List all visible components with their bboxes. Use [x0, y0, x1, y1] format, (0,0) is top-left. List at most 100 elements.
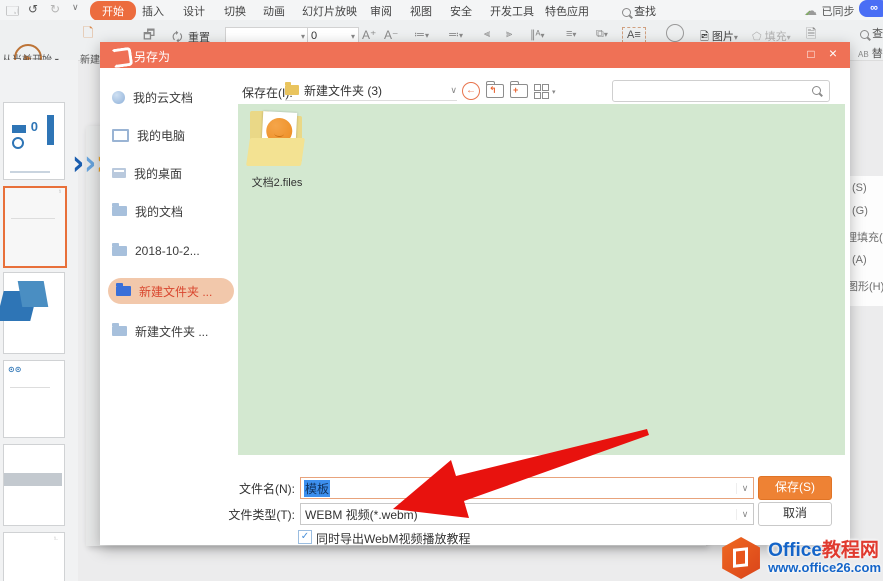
dropdown-icon: ▾: [350, 31, 355, 41]
find-button[interactable]: 查: [860, 25, 883, 41]
sync-check-icon: ✓: [805, 9, 812, 18]
clipped-menu-strip: (S) (G) 理填充( (A) 图形(H): [849, 176, 883, 306]
folder-icon: [112, 243, 127, 256]
file-type-combo[interactable]: WEBM 视频(*.webm) ∨: [300, 503, 754, 525]
dialog-titlebar[interactable]: 另存为 □ ×: [100, 42, 850, 69]
tab-slideshow[interactable]: 幻灯片放映: [302, 3, 357, 19]
tab-home[interactable]: 开始: [90, 1, 136, 21]
quick-access-bar: 🗔 ↺ ↻ ∨ 开始 插入 设计 切换 动画 幻灯片放映 审阅 视图 安全 开发…: [0, 0, 883, 21]
text-columns-icon[interactable]: ∥ᴬ▾: [530, 28, 545, 41]
back-button[interactable]: ←: [462, 82, 480, 100]
watermark-url: www.office26.com: [768, 560, 881, 575]
slide-thumb-4[interactable]: ⊙⊙: [3, 360, 65, 438]
tab-view[interactable]: 视图: [410, 3, 432, 19]
file-name-text: 文档2.files: [251, 177, 303, 189]
thumb-chart-dot: [12, 137, 24, 149]
nav-my-computer[interactable]: 我的电脑: [112, 122, 226, 148]
numbered-list-icon[interactable]: ≕▾: [448, 28, 463, 41]
nav-folder-2018[interactable]: 2018-10-2...: [112, 238, 226, 264]
cancel-button[interactable]: 取消: [758, 502, 832, 526]
file-list-area[interactable]: 文档2.files: [238, 104, 845, 455]
view-mode-button[interactable]: [534, 84, 549, 99]
increase-indent-icon[interactable]: ⫸: [506, 28, 512, 41]
align-icon[interactable]: ≡▾: [566, 28, 576, 40]
search-icon: [812, 86, 821, 95]
grid-cell: [542, 84, 549, 91]
tab-animation[interactable]: 动画: [263, 3, 285, 19]
chevron-down-icon: ∨: [450, 84, 457, 95]
sync-label: 已同步: [821, 6, 855, 18]
thumb-shape: [17, 281, 49, 307]
decrease-font-icon[interactable]: A⁻: [384, 28, 398, 42]
find-tab[interactable]: 查找: [622, 3, 656, 19]
menu-fragment[interactable]: (S): [852, 182, 867, 194]
textbox-icon[interactable]: A≡: [622, 27, 646, 43]
save-in-combo[interactable]: 新建文件夹 (3) ∨: [285, 80, 457, 101]
file-name-combo[interactable]: 模板 ∨: [300, 477, 754, 499]
watermark: Office教程网 www.office26.com: [720, 537, 881, 579]
tab-insert[interactable]: 插入: [142, 3, 164, 19]
tab-design[interactable]: 设计: [183, 3, 205, 19]
thumb-chart-block: [12, 125, 26, 133]
chevron-down-icon: ∨: [736, 482, 753, 494]
nav-new-folder-2[interactable]: 新建文件夹 ...: [112, 318, 226, 344]
decrease-indent-icon[interactable]: ⫷: [484, 28, 490, 41]
dialog-title: 另存为: [134, 50, 171, 64]
tab-devtools[interactable]: 开发工具: [490, 3, 534, 19]
nav-label: 我的桌面: [134, 166, 183, 181]
sync-status[interactable]: ☁ ✓ 已同步: [804, 2, 854, 20]
bullet-list-icon[interactable]: ≔▾: [414, 28, 429, 41]
file-type-label: 文件类型(T):: [228, 508, 295, 522]
grid-cell: [534, 92, 541, 99]
shape-icon[interactable]: [666, 24, 684, 42]
redo-icon[interactable]: ↻: [50, 2, 60, 16]
nav-new-folder-selected[interactable]: 新建文件夹 ...: [108, 278, 234, 304]
nav-my-desktop[interactable]: 我的桌面: [112, 160, 226, 186]
cloud-docs-icon: [112, 90, 125, 104]
menu-fragment[interactable]: (A): [852, 254, 867, 266]
maximize-button[interactable]: □: [802, 47, 820, 61]
folder-icon: [112, 203, 127, 216]
search-icon: [622, 7, 631, 17]
menu-fragment[interactable]: 图形(H): [850, 278, 883, 294]
new-slide-icon[interactable]: 🗋: [83, 24, 93, 46]
tab-security[interactable]: 安全: [450, 3, 472, 19]
tab-special-apps[interactable]: 特色应用: [545, 3, 589, 19]
desktop-icon: [112, 168, 126, 178]
undo-icon[interactable]: ↺: [28, 2, 38, 16]
increase-font-icon[interactable]: A⁺: [362, 28, 376, 42]
tab-review[interactable]: 审阅: [370, 3, 392, 19]
close-button[interactable]: ×: [824, 45, 842, 61]
slide-thumb-6[interactable]: ¹·: [3, 532, 65, 581]
nav-my-cloud-docs[interactable]: 我的云文档: [112, 84, 226, 110]
grid-cell: [542, 92, 549, 99]
tab-transition[interactable]: 切换: [224, 3, 246, 19]
folder-icon: [112, 323, 127, 336]
slide-thumb-5[interactable]: [3, 444, 65, 526]
menu-fragment[interactable]: 理填充(: [850, 229, 883, 245]
menu-fragment[interactable]: (G): [852, 205, 868, 217]
view-mode-dropdown-icon[interactable]: ▾: [552, 88, 556, 96]
slide-thumb-3[interactable]: [0, 272, 65, 354]
folder-icon: [116, 283, 131, 296]
file-tile[interactable]: 文档2.files: [242, 106, 312, 202]
customize-quickbar-icon[interactable]: ∨: [72, 2, 79, 13]
brand-en: Office: [768, 540, 822, 561]
slide-thumb-2-selected[interactable]: ¹: [3, 186, 67, 268]
thumb-logo-marks: ⊙⊙: [8, 365, 22, 374]
slide-thumb-1[interactable]: 0: [3, 102, 65, 180]
find-label: 查找: [634, 6, 657, 18]
replace-button[interactable]: AB 替: [858, 45, 883, 61]
thumb-grey-bar: [4, 473, 62, 486]
dialog-search-input[interactable]: [612, 80, 830, 102]
up-folder-button[interactable]: ↰: [486, 81, 504, 98]
app-window: 🗔 ↺ ↻ ∨ 开始 插入 设计 切换 动画 幻灯片放映 审阅 视图 安全 开发…: [0, 0, 883, 581]
thumb-line: [10, 387, 50, 388]
member-badge[interactable]: ∞: [859, 0, 883, 17]
export-tutorial-checkbox[interactable]: ✓: [298, 530, 312, 544]
nav-my-documents[interactable]: 我的文档: [112, 198, 226, 224]
dropdown-icon: ▾: [300, 31, 305, 41]
new-folder-button[interactable]: +: [510, 81, 528, 98]
text-direction-icon[interactable]: ⧉▾: [596, 28, 608, 41]
save-button[interactable]: 保存(S): [758, 476, 832, 500]
